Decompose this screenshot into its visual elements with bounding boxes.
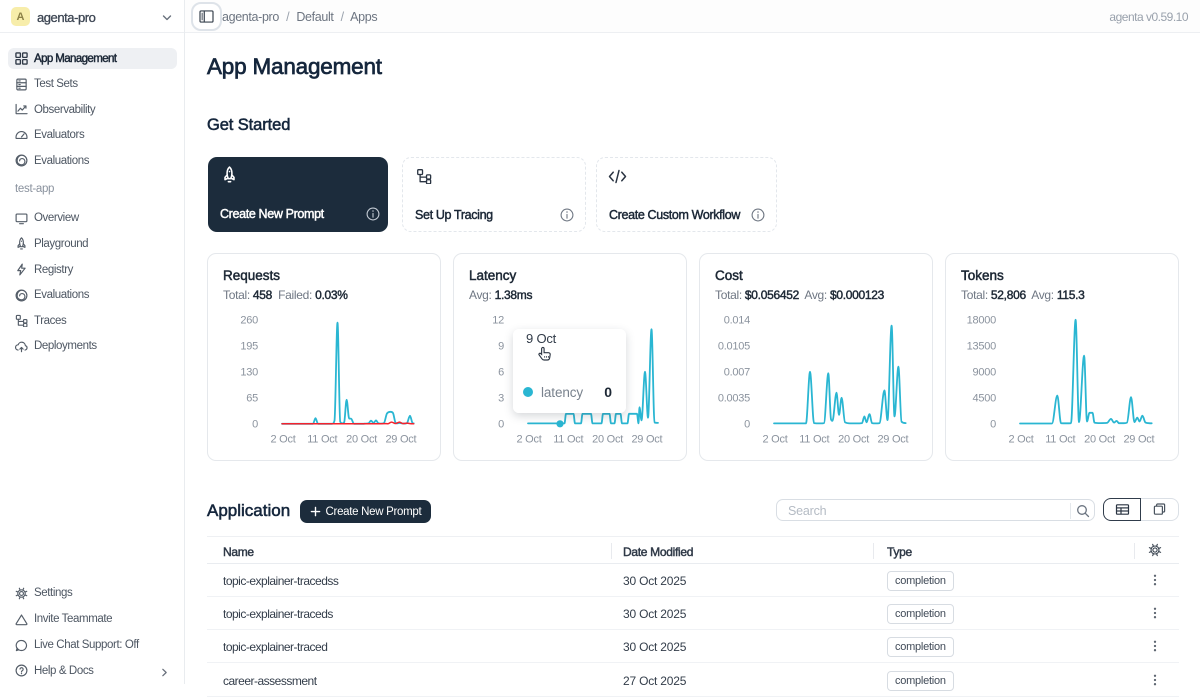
- svg-text:4500: 4500: [973, 392, 997, 404]
- svg-text:0: 0: [990, 418, 996, 430]
- svg-text:9: 9: [498, 340, 504, 352]
- svg-text:0.0035: 0.0035: [718, 392, 750, 404]
- svg-text:3: 3: [498, 392, 504, 404]
- svg-text:6: 6: [498, 366, 504, 378]
- svg-text:0: 0: [744, 418, 750, 430]
- svg-text:29 Oct: 29 Oct: [385, 434, 416, 446]
- svg-text:29 Oct: 29 Oct: [631, 434, 662, 446]
- svg-text:0: 0: [252, 418, 258, 430]
- svg-text:11 Oct: 11 Oct: [307, 434, 337, 446]
- svg-text:260: 260: [240, 314, 258, 326]
- svg-text:2 Oct: 2 Oct: [516, 434, 541, 446]
- svg-text:11 Oct: 11 Oct: [799, 434, 829, 446]
- svg-text:12: 12: [492, 314, 504, 326]
- svg-text:195: 195: [240, 340, 258, 352]
- svg-text:29 Oct: 29 Oct: [1123, 434, 1154, 446]
- svg-text:0: 0: [498, 418, 504, 430]
- svg-text:20 Oct: 20 Oct: [1084, 434, 1115, 446]
- svg-text:2 Oct: 2 Oct: [762, 434, 787, 446]
- svg-text:130: 130: [240, 366, 258, 378]
- svg-text:29 Oct: 29 Oct: [877, 434, 908, 446]
- svg-text:18000: 18000: [967, 314, 996, 326]
- svg-text:2 Oct: 2 Oct: [1008, 434, 1033, 446]
- svg-text:20 Oct: 20 Oct: [838, 434, 869, 446]
- svg-text:20 Oct: 20 Oct: [346, 434, 377, 446]
- svg-text:9000: 9000: [973, 366, 997, 378]
- svg-text:0.007: 0.007: [724, 366, 750, 378]
- svg-text:11 Oct: 11 Oct: [1045, 434, 1075, 446]
- svg-text:13500: 13500: [967, 340, 996, 352]
- svg-text:20 Oct: 20 Oct: [592, 434, 623, 446]
- svg-text:0.0105: 0.0105: [718, 340, 750, 352]
- svg-text:11 Oct: 11 Oct: [553, 434, 583, 446]
- svg-text:2 Oct: 2 Oct: [270, 434, 295, 446]
- svg-text:0.014: 0.014: [724, 314, 750, 326]
- svg-text:65: 65: [246, 392, 258, 404]
